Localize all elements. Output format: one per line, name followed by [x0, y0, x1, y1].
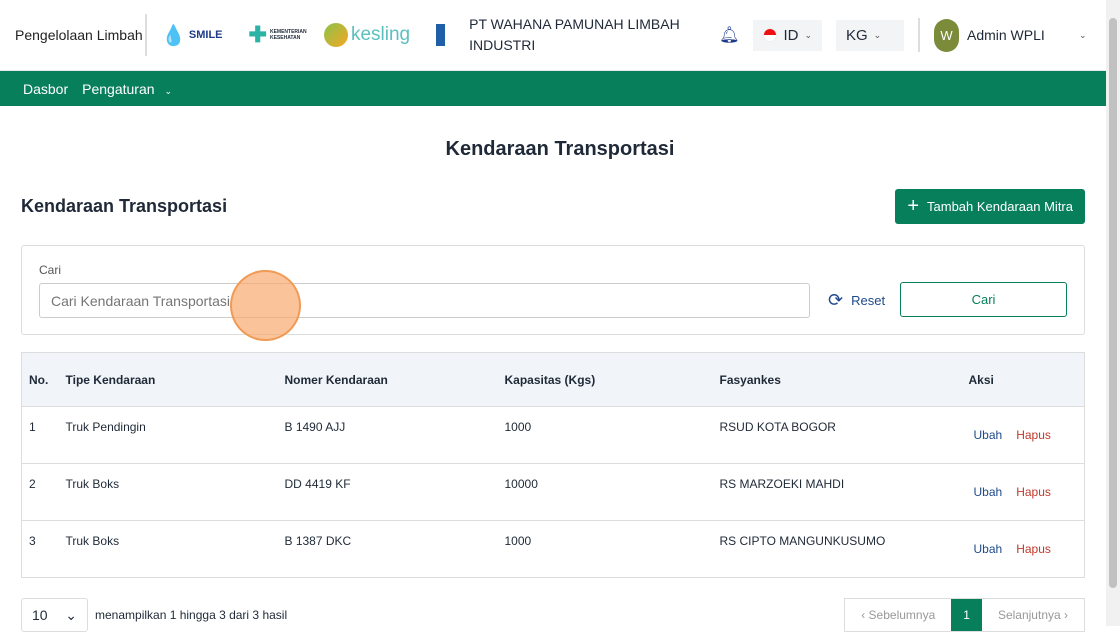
- search-input[interactable]: [39, 283, 810, 318]
- nav-bar: Dasbor Pengaturan ⌄: [0, 71, 1106, 106]
- vehicle-table: No. Tipe Kendaraan Nomer Kendaraan Kapas…: [21, 352, 1085, 578]
- results-info: menampilkan 1 hingga 3 dari 3 hasil: [95, 608, 288, 622]
- per-page-value: 10: [32, 607, 48, 623]
- edit-button[interactable]: Ubah: [974, 428, 1003, 442]
- scrollbar[interactable]: [1106, 0, 1120, 626]
- cell-facility: RS MARZOEKI MAHDI: [712, 463, 962, 521]
- nav-pengaturan[interactable]: Pengaturan ⌄: [82, 81, 172, 97]
- search-button[interactable]: Cari: [900, 282, 1067, 317]
- indonesia-flag-icon: [763, 28, 778, 42]
- search-panel: Cari ⟳ Reset Cari: [21, 245, 1085, 335]
- user-name: Admin WPLI: [966, 27, 1045, 43]
- edit-button[interactable]: Ubah: [974, 542, 1003, 556]
- user-menu[interactable]: W Admin WPLI ⌄: [917, 18, 1087, 52]
- chevron-down-icon: ⌄: [65, 606, 77, 623]
- table-footer: 10 ⌄ menampilkan 1 hingga 3 dari 3 hasil …: [21, 598, 1085, 632]
- table-row: 3 Truk Boks B 1387 DKC 1000 RS CIPTO MANGUNK…: [21, 520, 1085, 578]
- company-name: PT WAHANA PAMUNAH LIMBAH INDUSTRI: [469, 16, 680, 53]
- cell-type: Truk Pendingin: [58, 406, 278, 464]
- app-name: Pengelolaan Limbah: [15, 26, 143, 43]
- cell-facility: RSUD KOTA BOGOR: [712, 406, 962, 464]
- bell-icon[interactable]: 🔔︎: [719, 25, 739, 45]
- refresh-icon: ⟳: [828, 290, 844, 310]
- chevron-down-icon: ⌄: [164, 85, 172, 96]
- avatar: W: [933, 18, 959, 52]
- cell-facility: RS CIPTO MANGUNKUSUMO: [712, 520, 962, 578]
- kesling-logo: kesling: [323, 23, 410, 47]
- cell-capacity: 10000: [497, 463, 713, 521]
- top-header: Pengelolaan Limbah 💧 SMILE ✚ KEMENTERIAN K…: [0, 0, 1106, 71]
- page-title: Kendaraan Transportasi: [445, 138, 675, 160]
- scrollbar-thumb[interactable]: [1109, 18, 1117, 588]
- unit-value: KG: [845, 26, 868, 44]
- reset-button[interactable]: ⟳ Reset: [828, 290, 885, 311]
- chevron-down-icon: ⌄: [804, 29, 812, 40]
- cell-number: DD 4419 KF: [277, 463, 498, 521]
- undp-logo: [436, 24, 446, 46]
- pagination: ‹ Sebelumnya 1 Selanjutnya ›: [844, 598, 1085, 632]
- page-1-button[interactable]: 1: [951, 599, 982, 631]
- cell-no: 1: [21, 406, 59, 464]
- cell-capacity: 1000: [497, 406, 713, 464]
- col-capacity: Kapasitas (Kgs): [497, 352, 713, 407]
- col-number: Nomer Kendaraan: [277, 352, 498, 407]
- cell-actions: Ubah Hapus: [961, 406, 1085, 464]
- edit-button[interactable]: Ubah: [974, 485, 1003, 499]
- chevron-down-icon: ⌄: [873, 29, 882, 40]
- chevron-down-icon: ⌄: [1078, 29, 1087, 40]
- delete-button[interactable]: Hapus: [1016, 428, 1051, 442]
- nav-label: Pengaturan: [82, 80, 155, 97]
- search-label: Cari: [39, 263, 62, 277]
- smile-logo: 💧 SMILE: [161, 24, 223, 47]
- language-select[interactable]: ID ⌄: [753, 19, 822, 51]
- cell-capacity: 1000: [497, 520, 713, 578]
- cell-number: B 1490 AJJ: [277, 406, 498, 464]
- cell-type: Truk Boks: [58, 463, 278, 521]
- section-title: Kendaraan Transportasi: [21, 196, 228, 216]
- table-row: 2 Truk Boks DD 4419 KF 10000 RS MARZOEKI MAH…: [21, 463, 1085, 521]
- col-facility: Fasyankes: [712, 352, 962, 407]
- unit-select[interactable]: KG ⌄: [835, 19, 904, 51]
- cell-no: 3: [21, 520, 59, 578]
- col-actions: Aksi: [961, 352, 1085, 407]
- per-page-select[interactable]: 10 ⌄: [21, 598, 88, 632]
- divider: [145, 14, 147, 56]
- col-no: No.: [21, 352, 59, 407]
- add-vehicle-label: Tambah Kendaraan Mitra: [927, 199, 1073, 214]
- cell-actions: Ubah Hapus: [961, 520, 1085, 578]
- col-type: Tipe Kendaraan: [58, 352, 278, 407]
- reset-label: Reset: [851, 293, 886, 308]
- nav-dasbor[interactable]: Dasbor: [23, 81, 68, 97]
- kemenkes-logo: ✚ KEMENTERIAN KESEHATAN: [248, 22, 307, 47]
- cursor-highlight: [230, 270, 301, 341]
- table-row: 1 Truk Pendingin B 1490 AJJ 1000 RSUD KOTA B…: [21, 406, 1085, 464]
- cell-type: Truk Boks: [58, 520, 278, 578]
- cell-no: 2: [21, 463, 59, 521]
- add-vehicle-button[interactable]: + Tambah Kendaraan Mitra: [895, 189, 1085, 224]
- delete-button[interactable]: Hapus: [1016, 542, 1051, 556]
- cell-number: B 1387 DKC: [277, 520, 498, 578]
- delete-button[interactable]: Hapus: [1016, 485, 1051, 499]
- cell-actions: Ubah Hapus: [961, 463, 1085, 521]
- plus-icon: +: [907, 195, 920, 217]
- language-value: ID: [783, 26, 799, 44]
- prev-page-button[interactable]: ‹ Sebelumnya: [845, 599, 951, 631]
- next-page-button[interactable]: Selanjutnya ›: [982, 599, 1084, 631]
